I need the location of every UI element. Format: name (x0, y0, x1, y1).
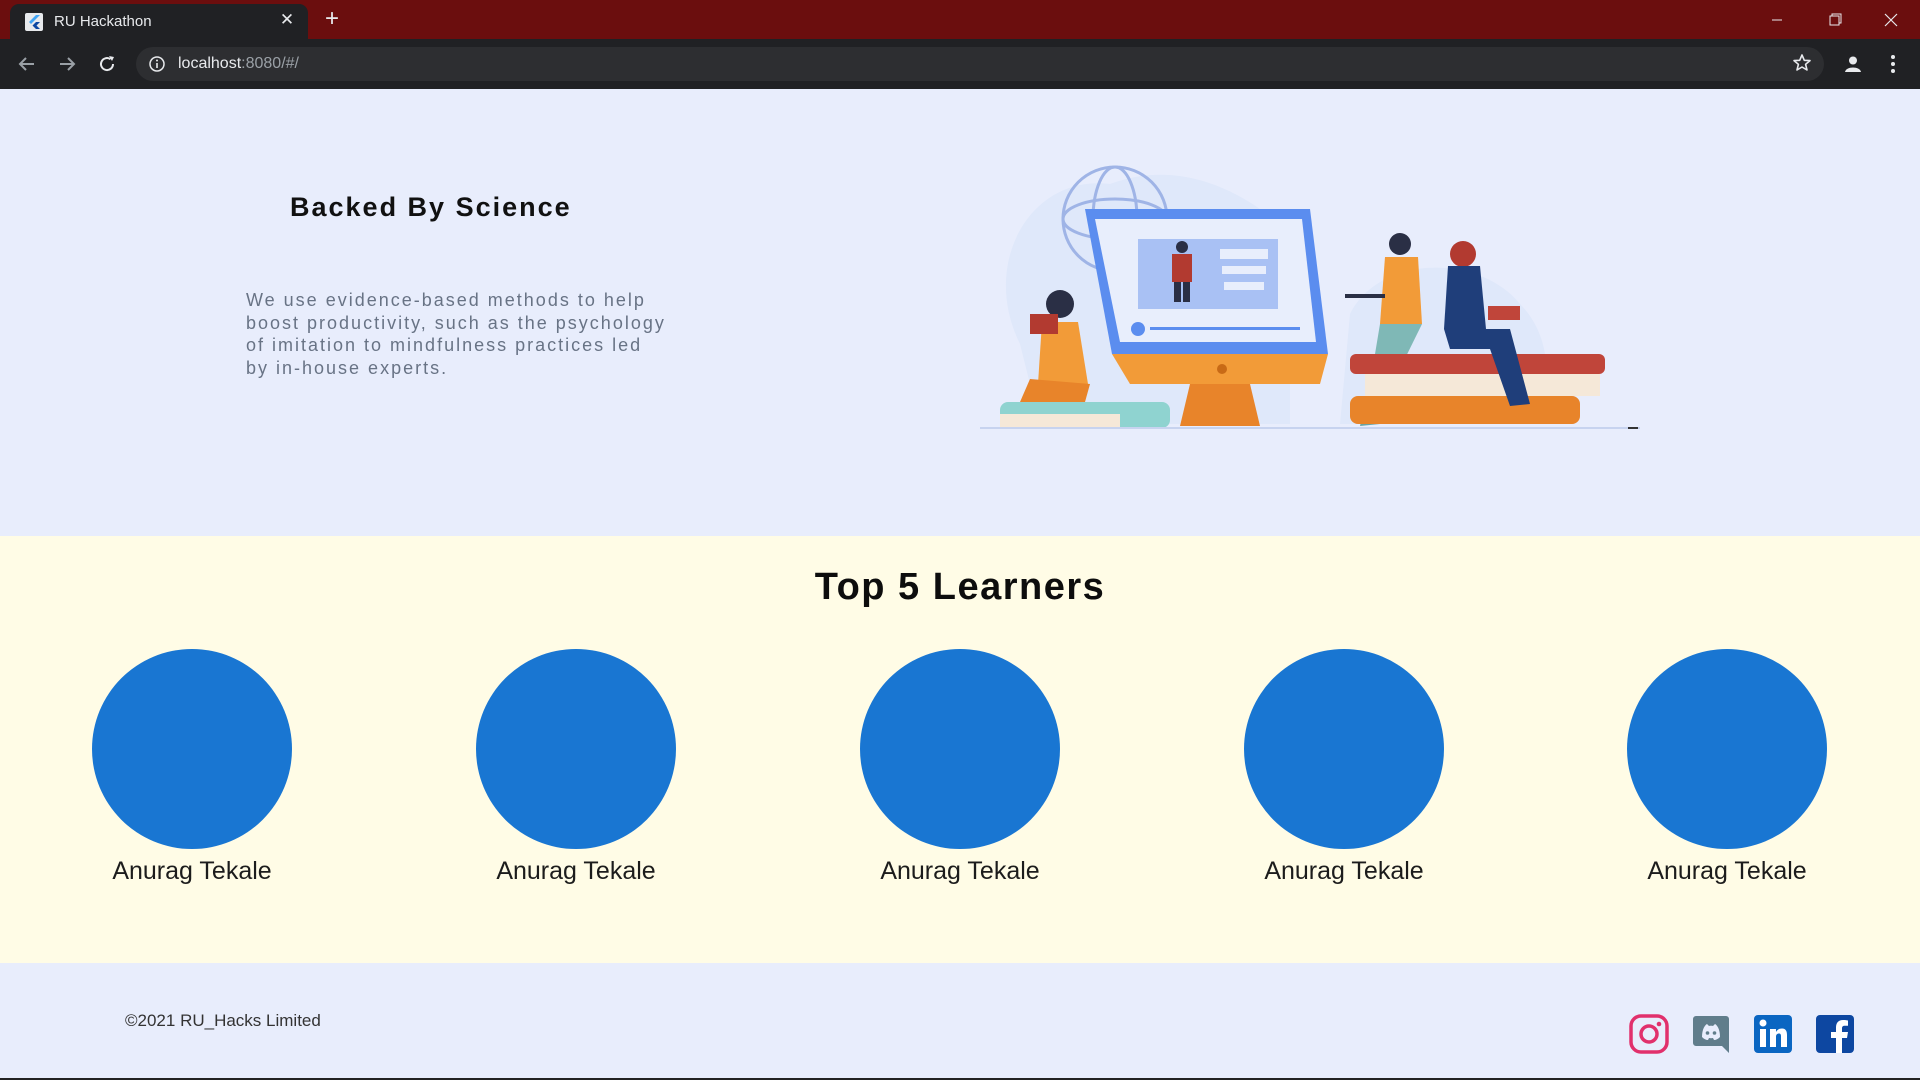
learner-card[interactable]: Anurag Tekale (62, 649, 322, 909)
browser-tab-strip: RU Hackathon ✕ + (0, 0, 1920, 39)
minimize-icon[interactable] (1748, 0, 1806, 39)
flutter-favicon-icon (25, 13, 43, 31)
learner-name: Anurag Tekale (880, 857, 1040, 885)
close-tab-icon[interactable]: ✕ (276, 9, 298, 31)
discord-icon[interactable] (1690, 1013, 1732, 1055)
hero-title: Backed By Science (290, 192, 572, 222)
learners-title: Top 5 Learners (814, 566, 1106, 608)
instagram-icon[interactable] (1628, 1013, 1670, 1055)
browser-tab[interactable]: RU Hackathon ✕ (10, 4, 308, 39)
page-content: Backed By Science We use evidence-based … (0, 89, 1920, 1080)
tab-title: RU Hackathon (54, 13, 152, 30)
close-window-icon[interactable] (1862, 0, 1920, 39)
forward-icon[interactable] (53, 50, 81, 78)
hero-description: We use evidence-based methods to help bo… (246, 290, 666, 378)
hero-section: Backed By Science We use evidence-based … (0, 89, 1920, 536)
avatar (1627, 649, 1827, 849)
avatar (860, 649, 1060, 849)
top-learners-section: Top 5 Learners Anurag Tekale Anurag Teka… (0, 536, 1920, 963)
back-icon[interactable] (13, 50, 41, 78)
online-learning-illustration (980, 165, 1640, 429)
url-text: localhost:8080/#/ (178, 55, 299, 73)
url-path: :8080/#/ (241, 55, 299, 72)
avatar (476, 649, 676, 849)
address-bar[interactable]: localhost:8080/#/ (136, 47, 1824, 81)
footer: ©2021 RU_Hacks Limited (0, 963, 1920, 1080)
linkedin-icon[interactable] (1752, 1013, 1794, 1055)
learner-name: Anurag Tekale (112, 857, 272, 885)
learner-card[interactable]: Anurag Tekale (1597, 649, 1857, 909)
learner-card[interactable]: Anurag Tekale (1214, 649, 1474, 909)
browser-toolbar: localhost:8080/#/ (0, 39, 1920, 89)
url-host: localhost (178, 55, 242, 72)
learner-name: Anurag Tekale (1264, 857, 1424, 885)
site-info-icon[interactable] (148, 55, 166, 73)
learner-name: Anurag Tekale (1647, 857, 1807, 885)
learner-card[interactable]: Anurag Tekale (830, 649, 1090, 909)
learner-name: Anurag Tekale (496, 857, 656, 885)
new-tab-icon[interactable]: + (325, 7, 339, 31)
avatar (1244, 649, 1444, 849)
copyright-text: ©2021 RU_Hacks Limited (125, 1011, 321, 1030)
learner-card[interactable]: Anurag Tekale (446, 649, 706, 909)
reload-icon[interactable] (93, 50, 121, 78)
menu-kebab-icon[interactable] (1879, 50, 1907, 78)
profile-icon[interactable] (1839, 50, 1867, 78)
avatar (92, 649, 292, 849)
restore-icon[interactable] (1806, 0, 1864, 39)
facebook-icon[interactable] (1814, 1013, 1856, 1055)
bookmark-star-icon[interactable] (1792, 53, 1812, 73)
